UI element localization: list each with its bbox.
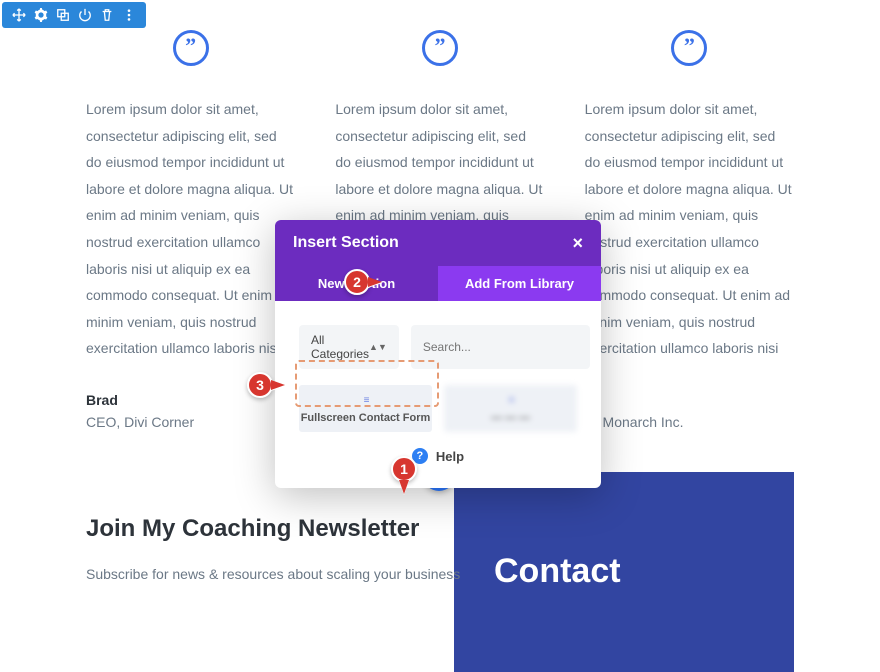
gear-icon[interactable]	[32, 6, 50, 24]
library-card-placeholder: ≡ — — —	[444, 385, 577, 432]
testimonial-3: ” Lorem ipsum dolor sit amet, consectetu…	[585, 30, 794, 430]
chevron-updown-icon: ▲▼	[369, 342, 387, 352]
modal-tabs: New Section Add From Library	[275, 266, 601, 301]
marker-1: 1	[391, 456, 417, 494]
newsletter-section: Join My Coaching Newsletter Subscribe fo…	[0, 515, 880, 587]
duplicate-icon[interactable]	[54, 6, 72, 24]
marker-number: 3	[247, 372, 273, 398]
insert-section-modal: Insert Section × New Section Add From Li…	[275, 220, 601, 488]
category-select[interactable]: All Categories ▲▼	[299, 325, 399, 369]
testimonial-name: er	[585, 392, 794, 408]
modal-header: Insert Section ×	[275, 220, 601, 266]
move-icon[interactable]	[10, 6, 28, 24]
marker-number: 1	[391, 456, 417, 482]
testimonial-1: ” Lorem ipsum dolor sit amet, consectetu…	[86, 30, 295, 430]
modal-title: Insert Section	[293, 234, 399, 252]
quote-icon: ”	[422, 30, 458, 66]
newsletter-sub: Subscribe for news & resources about sca…	[86, 563, 794, 587]
library-card-fullscreen-contact-form[interactable]: ≡ Fullscreen Contact Form	[299, 385, 432, 432]
more-icon[interactable]	[120, 6, 138, 24]
testimonial-role: CEO, Divi Corner	[86, 414, 295, 430]
select-value: All Categories	[311, 333, 369, 361]
newsletter-heading: Join My Coaching Newsletter	[86, 515, 794, 543]
section-toolbar[interactable]	[2, 2, 146, 28]
trash-icon[interactable]	[98, 6, 116, 24]
close-icon[interactable]: ×	[572, 234, 583, 252]
library-card-title: Fullscreen Contact Form	[299, 412, 432, 424]
power-icon[interactable]	[76, 6, 94, 24]
layout-icon: ≡	[299, 395, 432, 406]
marker-number: 2	[344, 269, 370, 295]
tab-add-from-library[interactable]: Add From Library	[438, 266, 601, 301]
search-input[interactable]	[411, 325, 590, 369]
testimonial-role: D, Monarch Inc.	[585, 414, 794, 430]
testimonial-body: Lorem ipsum dolor sit amet, consectetur …	[86, 96, 295, 362]
help-link[interactable]: ? Help	[299, 448, 577, 464]
testimonial-body: Lorem ipsum dolor sit amet, consectetur …	[585, 96, 794, 362]
tab-label: Add From Library	[465, 276, 574, 291]
quote-icon: ”	[173, 30, 209, 66]
marker-3: 3	[247, 372, 285, 398]
help-label: Help	[436, 449, 464, 464]
marker-2: 2	[344, 269, 382, 295]
quote-icon: ”	[671, 30, 707, 66]
